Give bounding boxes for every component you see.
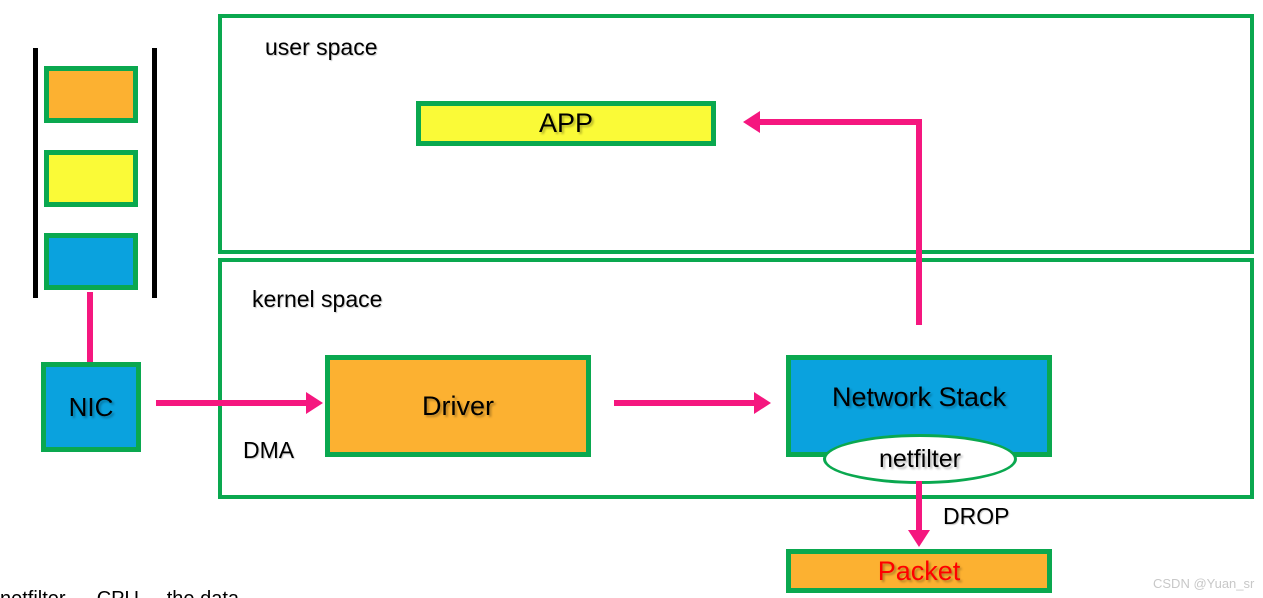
- arrow-media-to-nic: [87, 292, 93, 364]
- arrow-netfilter-to-packet-line: [916, 481, 922, 532]
- node-nic-label: NIC: [68, 391, 114, 422]
- arrow-driver-to-stack-head: [754, 392, 771, 414]
- node-network-stack-label: Network Stack: [831, 381, 1007, 412]
- node-netfilter: netfilter: [823, 434, 1017, 484]
- arrow-stack-to-app-vertical: [916, 119, 922, 325]
- kernel-space-label: kernel space: [252, 286, 383, 312]
- node-packet: Packet: [786, 549, 1052, 593]
- node-netfilter-label: netfilter: [879, 444, 961, 473]
- arrow-nic-to-driver-line: [156, 400, 306, 406]
- edge-label-dma: DMA: [243, 437, 295, 463]
- node-driver: Driver: [325, 355, 591, 457]
- node-app: APP: [416, 101, 716, 146]
- media-boundary-left-line: [33, 48, 38, 298]
- diagram-caption: netfilter — CPU ... the data ...: [0, 588, 261, 598]
- node-nic: NIC: [41, 362, 141, 452]
- diagram-canvas: user space kernel space APP NIC Driver N…: [0, 0, 1263, 598]
- arrow-nic-to-driver-head: [306, 392, 323, 414]
- media-layer-blue: [44, 233, 138, 290]
- node-app-label: APP: [538, 108, 594, 138]
- media-boundary-right-line: [152, 48, 157, 298]
- media-layer-orange: [44, 66, 138, 123]
- node-driver-label: Driver: [422, 390, 494, 421]
- node-packet-label: Packet: [877, 555, 961, 586]
- user-space-label: user space: [265, 34, 378, 60]
- arrow-stack-to-app-head: [743, 111, 760, 133]
- edge-label-drop: DROP: [943, 503, 1010, 529]
- media-layer-yellow: [44, 150, 138, 207]
- arrow-netfilter-to-packet-head: [908, 530, 930, 547]
- arrow-stack-to-app-horizontal: [760, 119, 922, 125]
- watermark: CSDN @Yuan_sr: [1153, 576, 1255, 591]
- arrow-driver-to-stack-line: [614, 400, 754, 406]
